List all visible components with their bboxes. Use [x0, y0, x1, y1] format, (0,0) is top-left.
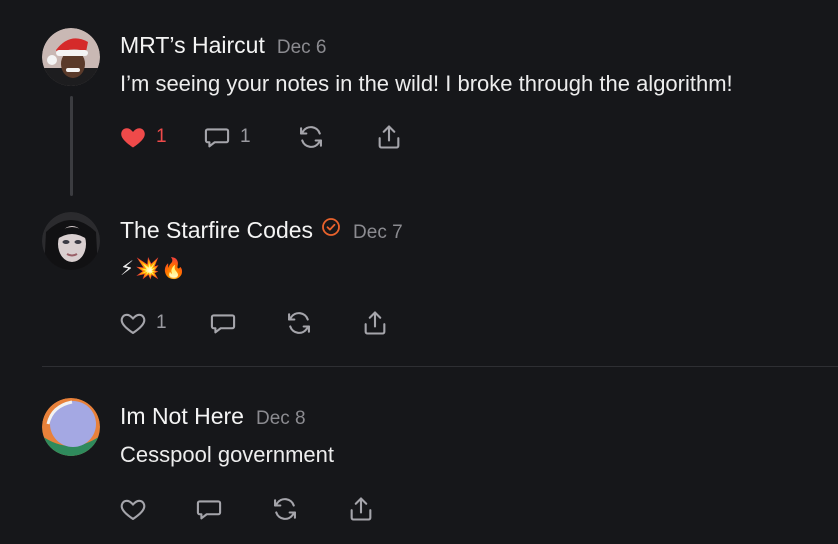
thread-line: [70, 96, 73, 196]
author-name-text[interactable]: Im Not Here: [120, 403, 244, 429]
author-name[interactable]: MRT’s Haircut Dec 6: [120, 32, 326, 59]
share-icon: [364, 311, 386, 335]
verified-icon: [321, 216, 341, 243]
reply-button[interactable]: 1: [202, 122, 251, 152]
heart-icon: [120, 499, 146, 520]
reply-button[interactable]: [208, 308, 238, 338]
comment-text: ⚡💥🔥: [120, 256, 187, 280]
avatar[interactable]: [42, 398, 100, 456]
reply-count: 1: [240, 126, 251, 147]
share-icon: [350, 497, 372, 521]
comment-date: Dec 7: [353, 222, 403, 243]
comment-text: Cesspool government: [120, 442, 335, 467]
share-icon: [378, 125, 400, 149]
like-count: 1: [156, 312, 167, 333]
restack-icon: [274, 498, 296, 520]
restack-icon: [288, 312, 310, 334]
author-name-text[interactable]: MRT’s Haircut: [120, 32, 265, 58]
like-button[interactable]: 1: [118, 308, 167, 338]
like-button[interactable]: 1: [118, 122, 167, 152]
heart-icon: [121, 128, 145, 148]
comment-text: I’m seeing your notes in the wild! I bro…: [120, 71, 733, 96]
author-name[interactable]: Im Not Here Dec 8: [120, 403, 306, 430]
avatar[interactable]: [42, 212, 100, 270]
divider: [42, 366, 838, 367]
comment-date: Dec 6: [276, 37, 327, 58]
restack-button[interactable]: [284, 308, 314, 338]
author-name[interactable]: The Starfire Codes Dec 7: [120, 217, 403, 245]
comment-icon: [210, 314, 236, 334]
heart-icon: [120, 313, 146, 334]
avatar[interactable]: [42, 28, 100, 86]
reply-button[interactable]: [194, 494, 224, 524]
share-button[interactable]: [346, 494, 376, 524]
comment-icon: [196, 500, 222, 520]
comment-icon: [204, 128, 230, 148]
author-name-text[interactable]: The Starfire Codes: [120, 217, 313, 243]
restack-button[interactable]: [270, 494, 300, 524]
like-count: 1: [156, 126, 167, 147]
like-button[interactable]: [118, 494, 148, 524]
share-button[interactable]: [360, 308, 390, 338]
restack-button[interactable]: [296, 122, 326, 152]
share-button[interactable]: [374, 122, 404, 152]
comment-date: Dec 8: [255, 408, 306, 429]
restack-icon: [300, 126, 322, 148]
